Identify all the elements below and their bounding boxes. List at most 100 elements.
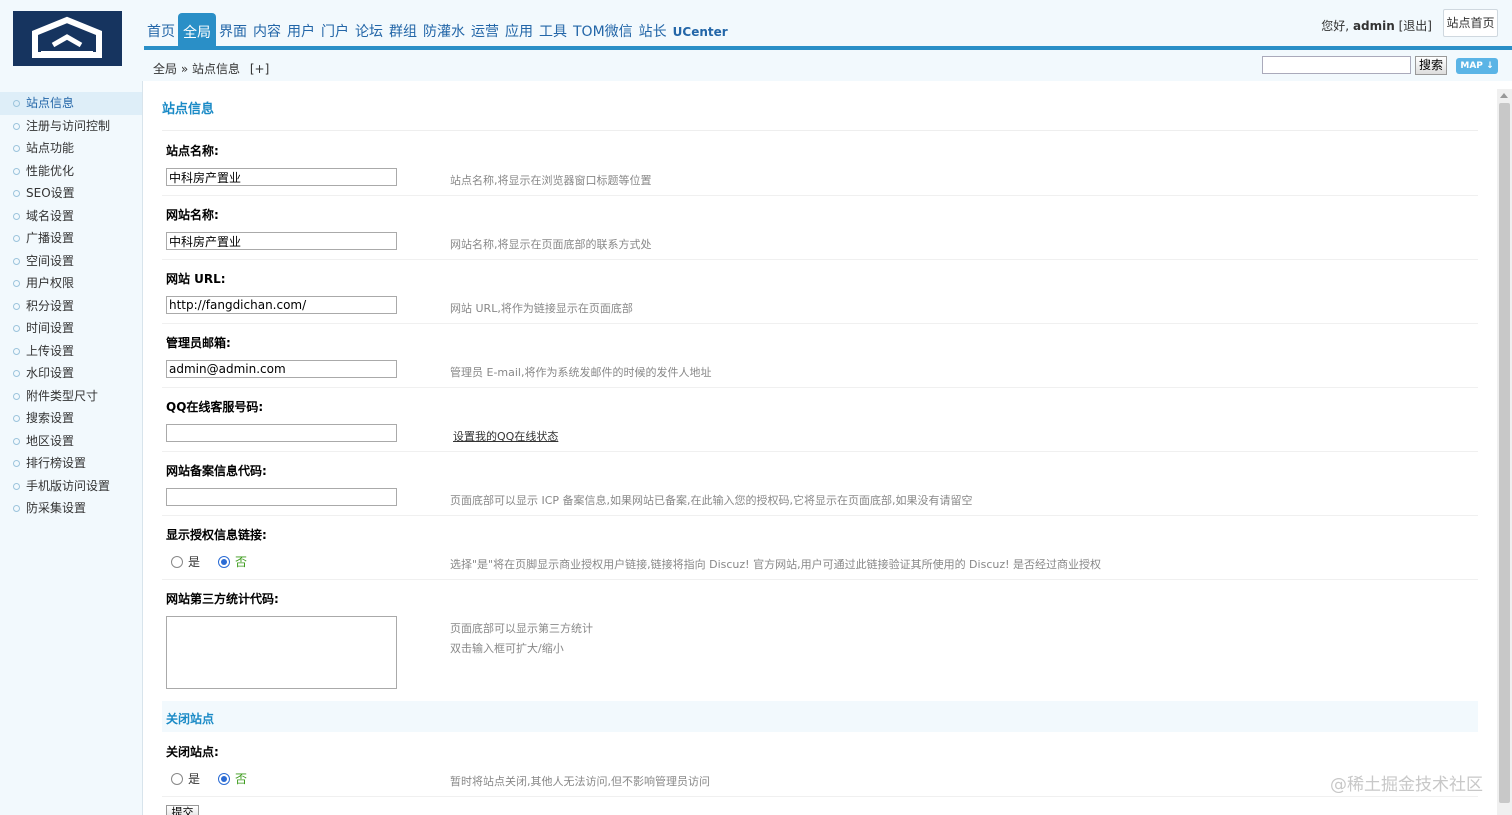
nav-safe[interactable]: 防灌水 [420,13,468,46]
sidebar-item-watermark[interactable]: 水印设置 [0,362,142,385]
nav-tools[interactable]: 工具 [536,13,570,46]
sidebar-item-performance[interactable]: 性能优化 [0,160,142,183]
scroll-thumb[interactable] [1499,103,1510,803]
nav-global[interactable]: 全局 [178,13,216,46]
nav-group[interactable]: 群组 [386,13,420,46]
sidebar-item-upload[interactable]: 上传设置 [0,340,142,363]
site-name-label: 站点名称: [166,144,219,158]
logout-link[interactable]: [退出] [1399,19,1432,33]
license-link-no-label[interactable]: 否 [235,553,247,570]
breadcrumb-separator: » [180,62,189,76]
icp-label: 网站备案信息代码: [166,464,267,478]
nav-user[interactable]: 用户 [284,13,318,46]
nav-content[interactable]: 内容 [250,13,284,46]
map-label: MAP [1460,61,1483,71]
qq-input[interactable] [166,424,397,442]
close-site-radio-group: 是 否 [171,770,265,787]
arrow-down-icon: ↓ [1486,61,1494,71]
sidebar-item-attachtype[interactable]: 附件类型尺寸 [0,385,142,408]
add-shortcut-link[interactable]: [+] [250,62,269,76]
search-button[interactable]: 搜索 [1415,56,1447,75]
nav-home[interactable]: 首页 [144,13,178,46]
web-url-tip: 网站 URL,将作为链接显示在页面底部 [450,302,633,315]
sidebar-item-ranklist[interactable]: 排行榜设置 [0,452,142,475]
scrollbar[interactable] [1497,89,1512,815]
site-name-input[interactable] [166,168,397,186]
close-site-no-radio[interactable] [218,772,231,785]
row-divider [162,451,1478,452]
admin-email-tip: 管理员 E-mail,将作为系统发邮件的时候的发件人地址 [450,366,712,379]
admin-email-label: 管理员邮箱: [166,336,231,350]
sidebar: 站点信息 注册与访问控制 站点功能 性能优化 SEO设置 域名设置 广播设置 空… [0,81,143,815]
sidebar-item-access[interactable]: 注册与访问控制 [0,115,142,138]
sidebar-item-domain[interactable]: 域名设置 [0,205,142,228]
nav-ucenter[interactable]: UCenter [670,13,731,46]
icp-input[interactable] [166,488,397,506]
user-area: 您好, admin [退出] [1321,17,1432,34]
web-url-input[interactable] [166,296,397,314]
license-link-tip: 选择"是"将在页脚显示商业授权用户链接,链接将指向 Discuz! 官方网站,用… [450,558,1102,571]
sidebar-item-functions[interactable]: 站点功能 [0,137,142,160]
map-button[interactable]: MAP ↓ [1456,58,1498,74]
breadcrumb-page: 站点信息 [192,62,241,76]
submit-button[interactable]: 提交 [166,805,199,815]
row-divider [162,195,1478,196]
qq-label: QQ在线客服号码: [166,400,264,414]
qq-status-link[interactable]: 设置我的QQ在线状态 [453,428,558,444]
breadcrumb-section[interactable]: 全局 [153,62,177,76]
sidebar-item-datetime[interactable]: 时间设置 [0,317,142,340]
nav-plugin[interactable]: 应用 [502,13,536,46]
site-home-button[interactable]: 站点首页 [1443,9,1498,37]
sidebar-menu: 站点信息 注册与访问控制 站点功能 性能优化 SEO设置 域名设置 广播设置 空… [0,81,142,520]
nav-founder[interactable]: 站长 [636,13,670,46]
icp-tip: 页面底部可以显示 ICP 备案信息,如果网站已备案,在此输入您的授权码,它将显示… [450,494,973,507]
close-site-yes-radio[interactable] [171,772,183,785]
sidebar-item-home[interactable]: 空间设置 [0,250,142,273]
breadcrumb: 全局 » 站点信息 [+] [153,60,269,77]
nav-tom-wechat[interactable]: TOM微信 [570,13,636,46]
license-link-yes-radio[interactable] [171,555,183,568]
stat-code-tip-resize: 双击输入框可扩大/缩小 [450,642,564,655]
close-site-yes-label[interactable]: 是 [188,770,200,787]
header: 首页 全局 界面 内容 用户 门户 论坛 群组 防灌水 运营 应用 工具 TOM… [0,0,1512,81]
sidebar-item-credits[interactable]: 积分设置 [0,295,142,318]
row-divider [162,387,1478,388]
logo[interactable] [13,11,122,66]
close-site-section-title: 关闭站点 [166,712,215,726]
nav-underline [144,46,1512,50]
stat-code-textarea[interactable] [166,616,397,689]
nav-forum[interactable]: 论坛 [352,13,386,46]
close-site-section-bar [162,701,1478,732]
row-divider [162,259,1478,260]
license-link-radio-group: 是 否 [171,553,265,570]
stat-code-label: 网站第三方统计代码: [166,592,279,606]
sidebar-item-search[interactable]: 搜索设置 [0,407,142,430]
search-input[interactable] [1262,56,1411,74]
web-name-input[interactable] [166,232,397,250]
nav-portal[interactable]: 门户 [318,13,352,46]
title-divider [162,130,1478,131]
scroll-up-icon[interactable] [1500,93,1508,98]
main-content: 站点信息 站点名称: 站点名称,将显示在浏览器窗口标题等位置 网站名称: 网站名… [143,81,1495,815]
greeting: 您好, [1321,19,1350,33]
nav-style[interactable]: 界面 [216,13,250,46]
sidebar-item-permissions[interactable]: 用户权限 [0,272,142,295]
sidebar-item-mobile[interactable]: 手机版访问设置 [0,475,142,498]
sidebar-item-seo[interactable]: SEO设置 [0,182,142,205]
license-link-label: 显示授权信息链接: [166,528,267,542]
sidebar-item-site-info[interactable]: 站点信息 [0,92,142,115]
row-divider [162,579,1478,580]
watermark: @稀土掘金技术社区 [1330,775,1483,795]
row-divider [162,323,1478,324]
close-site-no-label[interactable]: 否 [235,770,247,787]
nav-extended[interactable]: 运营 [468,13,502,46]
sidebar-item-follow[interactable]: 广播设置 [0,227,142,250]
site-name-tip: 站点名称,将显示在浏览器窗口标题等位置 [450,174,652,187]
close-site-label: 关闭站点: [166,745,219,759]
sidebar-item-district[interactable]: 地区设置 [0,430,142,453]
license-link-yes-label[interactable]: 是 [188,553,200,570]
page-title: 站点信息 [162,102,215,117]
sidebar-item-antitheft[interactable]: 防采集设置 [0,497,142,520]
license-link-no-radio[interactable] [218,555,231,568]
admin-email-input[interactable] [166,360,397,378]
